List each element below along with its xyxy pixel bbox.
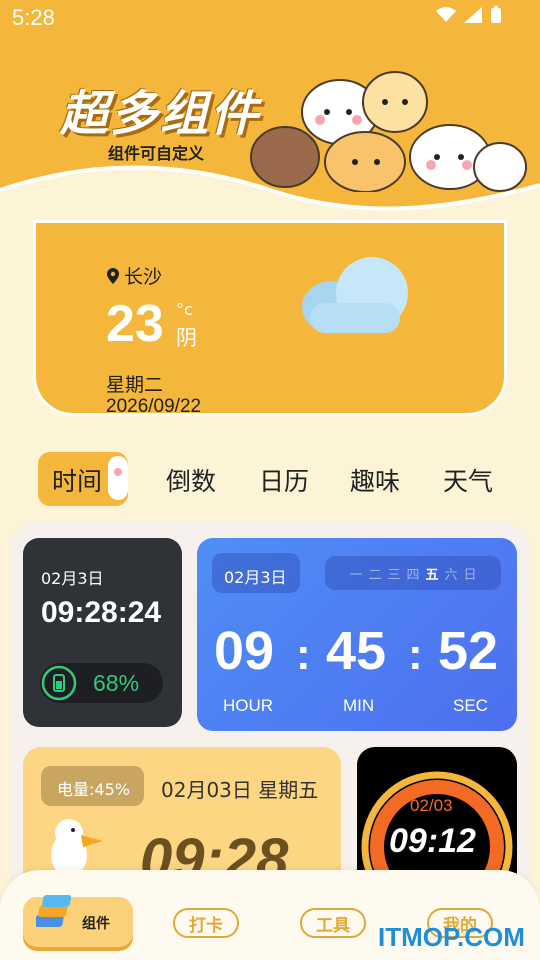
duck-battery-text: 电量:45% [57, 780, 130, 799]
weather-location-label: 长沙 [124, 266, 163, 288]
signal-icon [464, 7, 482, 23]
dark-clock-date: 02月3日 [41, 569, 104, 588]
weather-unit: °c [176, 300, 193, 319]
status-time: 5:28 [12, 5, 55, 30]
tab-weather[interactable]: 天气 [443, 462, 493, 498]
wifi-icon [436, 7, 456, 22]
battery-icon [491, 6, 501, 23]
layers-icon [36, 895, 72, 927]
nav-checkin[interactable]: 打卡 [173, 908, 239, 938]
weekday-sat: 六 [444, 567, 458, 583]
weather-weekday: 星期二 [106, 374, 164, 396]
tab-fun[interactable]: 趣味 [350, 462, 400, 498]
weather-location: 长沙 [106, 262, 162, 289]
weekday-mon: 一 [349, 567, 363, 583]
nav-widgets-label: 组件 [82, 916, 110, 932]
nav-tools[interactable]: 工具 [300, 908, 366, 938]
blue-clock-second: 52 [438, 621, 499, 681]
battery-percentage: 68% [93, 670, 140, 696]
cats-illustration [250, 71, 527, 192]
ring-clock-date: 02/03 [410, 796, 453, 815]
weekday-sun: 日 [463, 567, 477, 583]
hero-title: 超多组件 [60, 86, 261, 142]
tab-countdown[interactable]: 倒数 [166, 462, 216, 498]
colon-separator: : [408, 630, 423, 679]
weekday-tue: 二 [368, 567, 382, 583]
dark-clock-time: 09:28:24 [41, 596, 162, 629]
weather-card[interactable] [33, 220, 507, 416]
weekday-thu: 四 [406, 567, 420, 583]
blue-clock-minute: 45 [326, 621, 387, 681]
weather-date: 2026/09/22 [106, 396, 202, 417]
cloud-icon [302, 257, 408, 333]
watermark: ITMOP.COM [378, 922, 525, 952]
weekday-strip: 一 二 三 四 五 六 日 [325, 556, 501, 590]
duck-icon [51, 819, 103, 875]
weather-temperature: 23 [106, 295, 164, 353]
cat-paw-icon [108, 456, 128, 500]
colon-separator: : [296, 630, 311, 679]
weather-condition: 阴 [176, 326, 197, 350]
status-icons [436, 6, 502, 24]
duck-clock-date: 02月03日 星期五 [161, 778, 319, 802]
ring-clock-time: 09:12 [389, 822, 476, 860]
blue-clock-date: 02月3日 [224, 568, 287, 587]
weekday-fri: 五 [425, 567, 439, 583]
hour-label: HOUR [223, 696, 274, 715]
location-pin-icon [107, 267, 119, 284]
weekday-wed: 三 [387, 567, 401, 583]
second-label: SEC [453, 696, 488, 715]
minute-label: MIN [343, 696, 375, 715]
tab-time[interactable]: 时间 [52, 462, 102, 498]
blue-clock-hour: 09 [214, 621, 275, 681]
tab-calendar[interactable]: 日历 [259, 462, 309, 498]
hero-subtitle: 组件可自定义 [108, 144, 205, 163]
battery-ring-icon [41, 665, 77, 701]
